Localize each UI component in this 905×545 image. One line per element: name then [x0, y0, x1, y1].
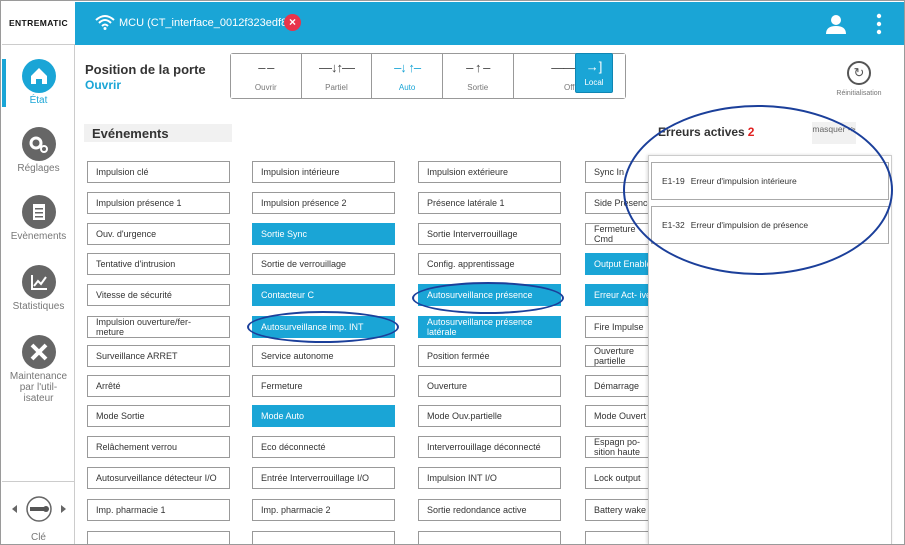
event-item[interactable]: Mode Sortie: [87, 405, 230, 427]
event-item[interactable]: Imp. pharmacie 1: [87, 499, 230, 521]
brand-logo: ENTREMATIC: [2, 2, 75, 45]
event-item[interactable]: Interverrouillage déconnecté: [418, 436, 561, 458]
error-item[interactable]: E1-32 Erreur d'impulsion de présence: [651, 206, 889, 244]
event-item[interactable]: Fermeture: [252, 375, 395, 397]
error-item[interactable]: E1-19 Erreur d'impulsion intérieure: [651, 162, 889, 200]
errors-title: Erreurs actives 2: [658, 125, 754, 139]
sidebar: État Réglages Evènements Statistiques Ma: [2, 45, 75, 544]
mode-glyph: – –: [258, 60, 274, 75]
sidebar-item-maintenance[interactable]: Maintenance par l'util- isateur: [2, 335, 75, 404]
event-item[interactable]: Autosurveillance présence: [418, 284, 561, 306]
event-item[interactable]: Impulsion extérieure: [418, 161, 561, 183]
event-item[interactable]: Sortie de verrouillage: [252, 253, 395, 275]
event-item[interactable]: Impulsion présence 2: [252, 192, 395, 214]
event-item[interactable]: Ouv. d'urgence: [87, 223, 230, 245]
event-item[interactable]: Présence latérale 1: [418, 192, 561, 214]
clipboard-icon: [21, 195, 56, 229]
error-code: E1-19: [662, 176, 685, 186]
sidebar-item-reglages[interactable]: Réglages: [2, 127, 75, 174]
key-label: Clé: [30, 532, 46, 543]
local-label: Local: [584, 78, 604, 87]
event-item[interactable]: Mode Auto: [252, 405, 395, 427]
sidebar-item-etat[interactable]: État: [2, 59, 75, 106]
main-content: Position de la porte Ouvrir – – Ouvrir —…: [76, 45, 904, 544]
chart-icon: [21, 265, 56, 299]
error-code: E1-32: [662, 220, 685, 230]
mode-label: Auto: [398, 83, 416, 92]
event-item-partial: [87, 531, 230, 544]
sidebar-item-statistiques[interactable]: Statistiques: [2, 265, 75, 312]
event-item[interactable]: Sortie redondance active: [418, 499, 561, 521]
event-item[interactable]: Impulsion présence 1: [87, 192, 230, 214]
reset-icon[interactable]: ↻: [847, 61, 871, 85]
sidebar-item-label: Evènements: [10, 231, 67, 242]
sidebar-item-label: Maintenance par l'util- isateur: [9, 371, 68, 404]
event-item[interactable]: Arrêté: [87, 375, 230, 397]
hide-errors-button[interactable]: masquer ->: [812, 122, 856, 144]
door-position-title: Position de la porte: [85, 62, 206, 77]
errors-panel: E1-19 Erreur d'impulsion intérieure E1-3…: [648, 155, 892, 544]
event-item[interactable]: Vitesse de sécurité: [87, 284, 230, 306]
event-item[interactable]: Eco déconnecté: [252, 436, 395, 458]
key-icon: [11, 496, 66, 522]
event-item[interactable]: Ouverture: [418, 375, 561, 397]
mode-label: Ouvrir: [254, 83, 277, 92]
reset-label: Réinitialisation: [836, 90, 882, 97]
mode-sortie-button[interactable]: – ↑ – Sortie: [442, 54, 514, 98]
mode-ouvrir-button[interactable]: – – Ouvrir: [231, 54, 302, 98]
sidebar-item-evenements[interactable]: Evènements: [2, 195, 75, 242]
event-item[interactable]: Impulsion clé: [87, 161, 230, 183]
event-item[interactable]: Autosurveillance détecteur I/O: [87, 467, 230, 489]
mode-glyph: –↓ ↑–: [394, 60, 421, 75]
sidebar-item-label: Réglages: [17, 163, 60, 174]
close-icon[interactable]: ×: [284, 14, 301, 31]
event-item[interactable]: Service autonome: [252, 345, 395, 367]
event-item[interactable]: Position fermée: [418, 345, 561, 367]
event-item[interactable]: Relâchement verrou: [87, 436, 230, 458]
mode-auto-button[interactable]: –↓ ↑– Auto: [372, 54, 443, 98]
event-item[interactable]: Sortie Sync: [252, 223, 395, 245]
event-item[interactable]: Imp. pharmacie 2: [252, 499, 395, 521]
event-item[interactable]: Contacteur C: [252, 284, 395, 306]
events-title: Evénements: [92, 126, 169, 141]
mode-label: Sortie: [467, 83, 489, 92]
gears-icon: [21, 127, 56, 161]
mode-partiel-button[interactable]: —↓↑— Partiel: [301, 54, 373, 98]
event-item[interactable]: Mode Ouv.partielle: [418, 405, 561, 427]
user-icon[interactable]: [825, 13, 847, 35]
wifi-icon: [95, 15, 115, 30]
local-button[interactable]: →] Local: [575, 53, 613, 93]
event-item[interactable]: Autosurveillance imp. INT: [252, 316, 395, 338]
mode-selector: – – Ouvrir —↓↑— Partiel –↓ ↑– Auto – ↑ –…: [230, 53, 626, 99]
sidebar-item-label: État: [29, 95, 48, 106]
connection-label: MCU (CT_interface_0012f323edf8): [119, 17, 291, 29]
mode-glyph: —↓↑—: [318, 60, 355, 75]
login-icon: →]: [585, 59, 603, 74]
event-item[interactable]: Surveillance ARRET: [87, 345, 230, 367]
door-position-value: Ouvrir: [85, 78, 122, 92]
event-item-partial: [418, 531, 561, 544]
event-item[interactable]: Tentative d'intrusion: [87, 253, 230, 275]
event-item[interactable]: Impulsion ouverture/fer- meture: [87, 316, 230, 338]
top-bar: MCU (CT_interface_0012f323edf8) ×: [75, 2, 904, 45]
app-window: ENTREMATIC MCU (CT_interface_0012f323edf…: [0, 0, 905, 545]
event-item[interactable]: Impulsion INT I/O: [418, 467, 561, 489]
tools-icon: [21, 335, 56, 369]
errors-count: 2: [747, 125, 755, 139]
sidebar-item-label: Statistiques: [12, 301, 65, 312]
event-item[interactable]: Config. apprentissage: [418, 253, 561, 275]
kebab-menu-icon[interactable]: [875, 13, 883, 35]
errors-title-text: Erreurs actives: [658, 125, 745, 139]
event-item[interactable]: Entrée Interverrouillage I/O: [252, 467, 395, 489]
event-item-partial: [252, 531, 395, 544]
error-text: Erreur d'impulsion de présence: [690, 220, 809, 230]
home-icon: [21, 59, 56, 93]
error-text: Erreur d'impulsion intérieure: [690, 176, 797, 186]
event-item[interactable]: Autosurveillance présence latérale: [418, 316, 561, 338]
event-item[interactable]: Impulsion intérieure: [252, 161, 395, 183]
event-item[interactable]: Sortie Interverrouillage: [418, 223, 561, 245]
mode-glyph: – ↑ –: [466, 60, 490, 75]
mode-label: Partiel: [325, 83, 348, 92]
